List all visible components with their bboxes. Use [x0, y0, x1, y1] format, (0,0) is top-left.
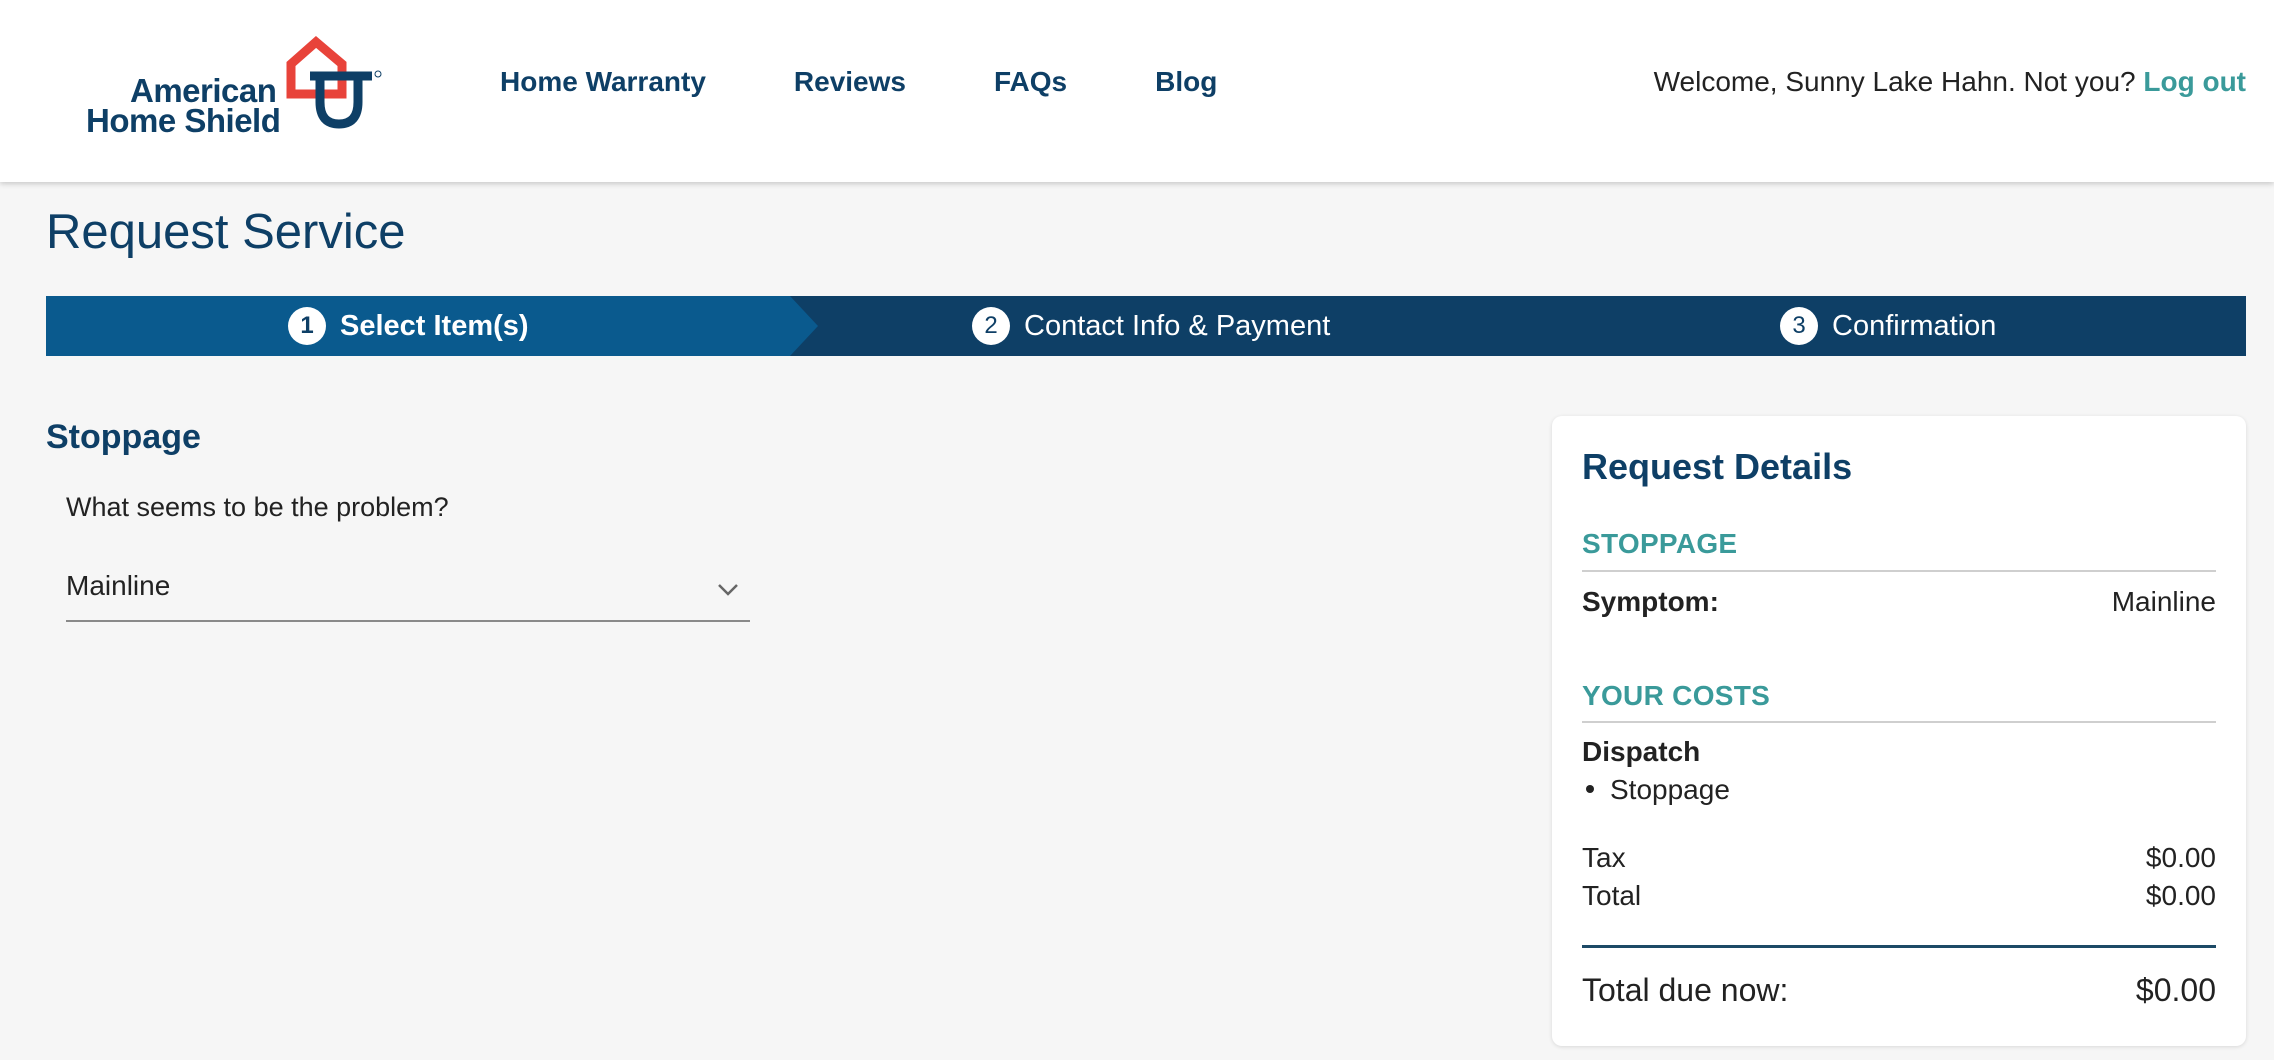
divider — [1582, 945, 2216, 948]
welcome-message: Welcome, Sunny Lake Hahn. Not you? Log o… — [1654, 66, 2246, 98]
main-nav: Home Warranty Reviews FAQs Blog — [500, 66, 1305, 98]
total-due-value: $0.00 — [2135, 972, 2216, 1008]
tax-label: Tax — [1582, 842, 1626, 873]
step-label: Confirmation — [1832, 309, 1997, 342]
site-header: American Home Shield Home Warranty Revie… — [0, 0, 2274, 182]
nav-home-warranty[interactable]: Home Warranty — [500, 66, 706, 98]
section-title: Stoppage — [46, 418, 201, 456]
chevron-down-icon — [718, 584, 738, 596]
item-heading: STOPPAGE — [1582, 528, 1738, 559]
total-due-label: Total due now: — [1582, 972, 1789, 1008]
welcome-text: Welcome, Sunny Lake Hahn. Not you? — [1653, 66, 2136, 97]
problem-question: What seems to be the problem? — [66, 492, 449, 522]
nav-faqs[interactable]: FAQs — [994, 66, 1067, 98]
nav-blog[interactable]: Blog — [1155, 66, 1217, 98]
step-confirmation[interactable]: 3 Confirmation — [1780, 296, 1996, 356]
american-home-shield-logo[interactable]: American Home Shield — [86, 36, 386, 139]
tax-value: $0.00 — [2145, 842, 2216, 873]
step-number: 1 — [288, 307, 326, 345]
panel-title: Request Details — [1582, 446, 1853, 487]
progress-stepper: 1 Select Item(s) 2 Contact Info & Paymen… — [46, 296, 2246, 356]
step-number: 3 — [1780, 307, 1818, 345]
divider — [1582, 721, 2216, 723]
symptom-label: Symptom: — [1582, 586, 1719, 617]
symptom-value: Mainline — [2111, 586, 2216, 617]
bullet-icon — [1586, 784, 1594, 793]
active-step-arrow — [790, 296, 818, 356]
problem-select-value: Mainline — [66, 570, 171, 601]
divider — [1582, 570, 2216, 572]
logout-link[interactable]: Log out — [2143, 66, 2246, 97]
page-title: Request Service — [46, 205, 406, 259]
shield-house-icon — [286, 36, 382, 129]
total-label: Total — [1582, 880, 1642, 911]
dispatch-item-label: Stoppage — [1610, 774, 1730, 805]
request-details-panel: Request Details STOPPAGE Symptom: Mainli… — [1552, 416, 2246, 1046]
step-number: 2 — [972, 307, 1010, 345]
total-value: $0.00 — [2145, 880, 2216, 911]
step-label: Contact Info & Payment — [1024, 309, 1331, 342]
dispatch-label: Dispatch — [1582, 736, 1701, 767]
logo-line-2: Home Shield — [86, 102, 281, 139]
costs-heading: YOUR COSTS — [1582, 680, 1771, 711]
step-label: Select Item(s) — [340, 309, 529, 342]
step-contact-payment[interactable]: 2 Contact Info & Payment — [972, 296, 1330, 356]
dispatch-item: Stoppage — [1582, 774, 1730, 806]
step-select-items[interactable]: 1 Select Item(s) — [288, 296, 529, 356]
problem-select[interactable]: Mainline — [66, 562, 750, 622]
nav-reviews[interactable]: Reviews — [794, 66, 906, 98]
